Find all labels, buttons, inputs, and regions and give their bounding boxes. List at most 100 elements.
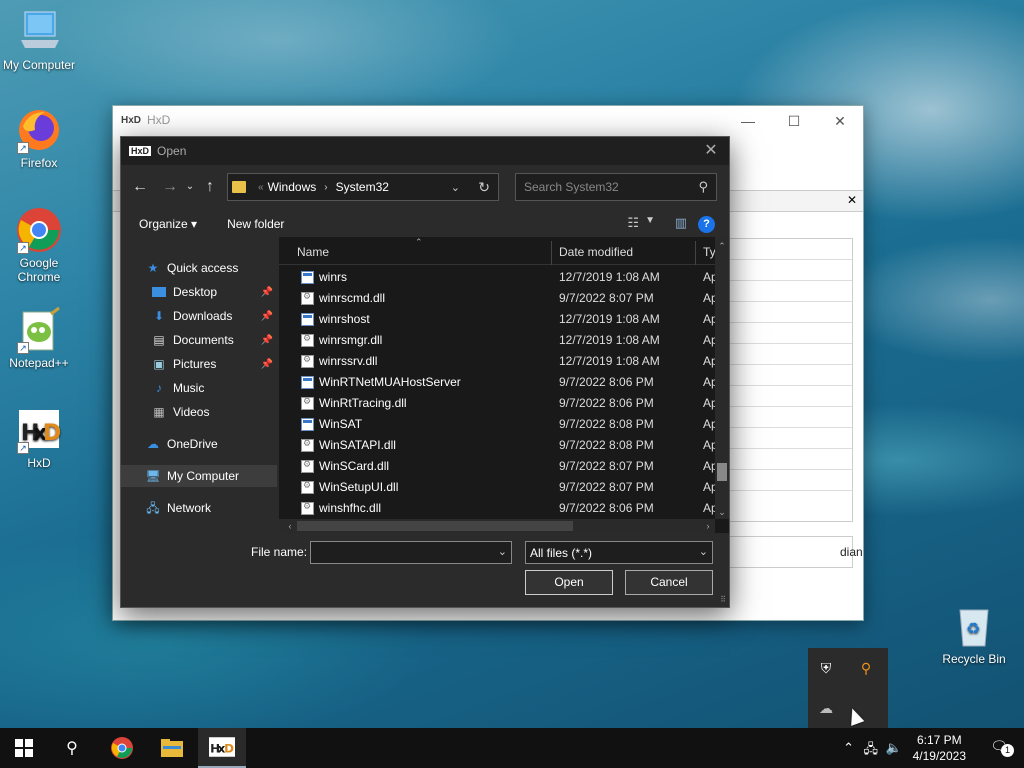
nav-quick-access[interactable]: ★ Quick access <box>121 257 277 279</box>
file-name: winshfhc.dll <box>319 501 382 515</box>
maximize-button[interactable]: ☐ <box>771 110 817 132</box>
action-center-icon[interactable]: 🗨 1 <box>990 738 1014 757</box>
desktop-icon-my-computer[interactable]: My Computer <box>1 8 77 72</box>
vertical-scrollbar[interactable]: ⌃ ⌄ <box>715 237 729 519</box>
dialog-title-bar[interactable]: HxD Open <box>121 137 729 165</box>
column-name[interactable]: Name <box>297 245 329 259</box>
hxd-data-inspector[interactable] <box>725 238 853 522</box>
file-row[interactable]: WinSATAPI.dll 9/7/2022 8:08 PM Ap <box>279 435 715 456</box>
column-divider[interactable] <box>695 241 696 265</box>
file-name: winrshost <box>319 312 370 326</box>
onedrive-offline-icon[interactable]: ☁ <box>816 698 836 718</box>
desktop-icon-chrome[interactable]: ↗ Google Chrome <box>1 206 77 284</box>
organize-button[interactable]: Organize ▾ <box>139 217 197 231</box>
start-button[interactable] <box>0 728 48 768</box>
file-row[interactable]: WinSetupUI.dll 9/7/2022 8:07 PM Ap <box>279 477 715 498</box>
cancel-button[interactable]: Cancel <box>625 570 713 595</box>
nav-pictures[interactable]: ▣ Pictures 📌 <box>121 353 277 375</box>
address-dropdown-icon[interactable]: ⌄ <box>451 181 460 194</box>
taskbar-file-explorer[interactable] <box>148 728 196 768</box>
help-icon[interactable]: ? <box>698 216 715 233</box>
nav-onedrive[interactable]: ☁ OneDrive <box>121 433 277 455</box>
file-type-select[interactable]: All files (*.*) ⌄ <box>525 541 713 564</box>
view-options-icon[interactable]: ☷ <box>627 215 639 231</box>
scroll-thumb[interactable] <box>297 521 573 531</box>
file-name-combobox[interactable]: ⌄ <box>310 541 512 564</box>
search-icon: ⚲ <box>66 740 78 757</box>
breadcrumb-windows[interactable]: Windows <box>268 180 317 194</box>
search-icon[interactable]: ⚲ <box>698 179 708 195</box>
desktop-icon-hxd[interactable]: HxD ↗ HxD <box>1 406 77 470</box>
hxd-icon: HxD <box>209 737 235 757</box>
hxd-endian-option[interactable]: dian <box>725 536 863 568</box>
volume-icon[interactable]: 🔈 <box>886 740 902 756</box>
open-button[interactable]: Open <box>525 570 613 595</box>
close-button[interactable]: ✕ <box>817 110 863 132</box>
file-row[interactable]: winshfhc.dll 9/7/2022 8:06 PM Ap <box>279 498 715 519</box>
taskbar-clock[interactable]: 6:17 PM 4/19/2023 <box>913 732 966 764</box>
file-row[interactable]: winrsmgr.dll 12/7/2019 1:08 AM Ap <box>279 330 715 351</box>
chevron-down-icon[interactable]: ⌄ <box>498 545 507 558</box>
scroll-left-icon[interactable]: ‹ <box>283 519 297 533</box>
nav-network[interactable]: 🖧 Network <box>121 497 277 519</box>
column-type[interactable]: Ty <box>703 245 716 259</box>
search-input[interactable] <box>524 180 684 194</box>
dialog-close-icon[interactable]: ✕ <box>701 141 721 161</box>
file-date-modified: 12/7/2019 1:08 AM <box>559 270 660 284</box>
up-arrow-icon[interactable]: ↑ <box>197 174 223 200</box>
search-box[interactable]: ⚲ <box>515 173 717 201</box>
file-row[interactable]: WinSCard.dll 9/7/2022 8:07 PM Ap <box>279 456 715 477</box>
column-date-modified[interactable]: Date modified <box>559 245 633 259</box>
back-arrow-icon[interactable]: ← <box>127 174 153 200</box>
refresh-icon[interactable]: ↻ <box>478 179 490 196</box>
scroll-down-icon[interactable]: ⌄ <box>715 505 729 519</box>
forward-arrow-icon[interactable]: → <box>157 174 183 200</box>
file-row[interactable]: WinRTNetMUAHostServer 9/7/2022 8:06 PM Ap <box>279 372 715 393</box>
breadcrumb-system32[interactable]: System32 <box>336 180 389 194</box>
resize-grip-icon[interactable]: ⠿ <box>720 595 726 604</box>
show-hidden-icons-chevron[interactable]: ⌃ <box>843 740 854 756</box>
preview-pane-icon[interactable]: ▥ <box>675 215 687 231</box>
nav-videos[interactable]: ▦ Videos <box>121 401 277 423</box>
file-row[interactable]: WinSAT 9/7/2022 8:08 PM Ap <box>279 414 715 435</box>
new-folder-button[interactable]: New folder <box>227 217 284 231</box>
file-row[interactable]: WinRtTracing.dll 9/7/2022 8:06 PM Ap <box>279 393 715 414</box>
taskbar-chrome[interactable] <box>98 728 146 768</box>
network-icon[interactable]: 🖧 <box>864 740 879 762</box>
column-divider[interactable] <box>551 241 552 265</box>
nav-documents[interactable]: ▤ Documents 📌 <box>121 329 277 351</box>
recent-locations-chevron-icon[interactable]: ⌄ <box>183 174 197 200</box>
security-shield-icon[interactable]: ⛨ <box>816 658 836 678</box>
file-row[interactable]: winrshost 12/7/2019 1:08 AM Ap <box>279 309 715 330</box>
taskbar-search-button[interactable]: ⚲ <box>48 728 96 768</box>
chrome-icon <box>111 737 133 759</box>
file-row[interactable]: winrssrv.dll 12/7/2019 1:08 AM Ap <box>279 351 715 372</box>
dll-file-icon <box>301 501 314 515</box>
scroll-right-icon[interactable]: › <box>701 519 715 533</box>
nav-downloads[interactable]: ⬇ Downloads 📌 <box>121 305 277 327</box>
nav-music[interactable]: ♪ Music <box>121 377 277 399</box>
scroll-thumb[interactable] <box>717 463 727 481</box>
file-row[interactable]: winrscmd.dll 9/7/2022 8:07 PM Ap <box>279 288 715 309</box>
search-tool-icon[interactable]: ⚲ <box>856 658 876 678</box>
view-dropdown-icon[interactable]: ▼ <box>645 215 655 226</box>
desktop-icon-recycle-bin[interactable]: ♻ Recycle Bin <box>936 602 1012 666</box>
chevron-down-icon[interactable]: ⌄ <box>699 545 708 558</box>
pin-icon: 📌 <box>260 358 273 370</box>
minimize-button[interactable]: — <box>725 110 771 132</box>
nav-my-computer[interactable]: 🖥 My Computer <box>121 465 277 487</box>
close-tab-icon[interactable]: ✕ <box>847 193 857 207</box>
dll-file-icon <box>301 480 314 494</box>
scroll-up-icon[interactable]: ⌃ <box>715 239 729 253</box>
taskbar-hxd[interactable]: HxD <box>198 728 246 768</box>
horizontal-scrollbar[interactable]: ‹ › <box>279 519 715 533</box>
open-file-dialog[interactable]: HxD Open ✕ ← → ⌄ ↑ « Windows › System32 … <box>120 136 730 608</box>
desktop-icon-notepadpp[interactable]: ↗ Notepad++ <box>1 306 77 370</box>
file-list-view[interactable]: ⌃ Name Date modified Ty winrs 12/7/2019 1… <box>279 237 729 533</box>
pin-icon: 📌 <box>260 334 273 346</box>
file-row[interactable]: winrs 12/7/2019 1:08 AM Ap <box>279 267 715 288</box>
clock-time: 6:17 PM <box>916 733 962 747</box>
address-bar[interactable]: « Windows › System32 ⌄ ↻ <box>227 173 499 201</box>
desktop-icon-firefox[interactable]: ↗ Firefox <box>1 106 77 170</box>
nav-desktop[interactable]: Desktop 📌 <box>121 281 277 303</box>
